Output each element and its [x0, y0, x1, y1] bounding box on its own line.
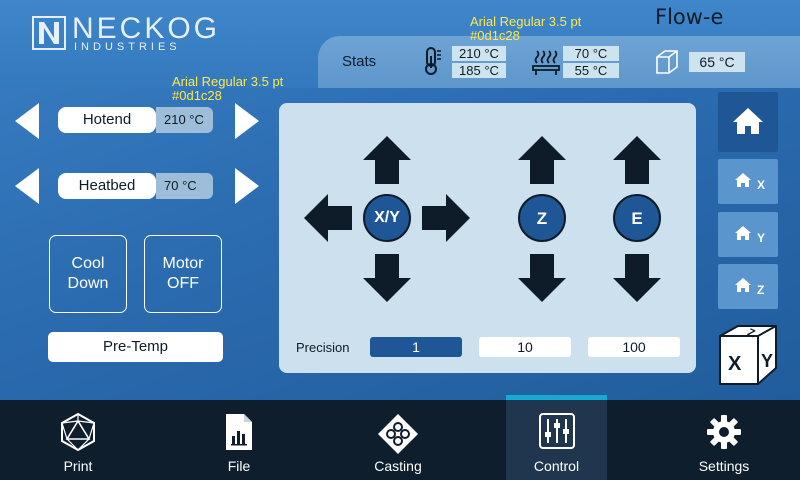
nav-casting[interactable]: Casting: [348, 400, 448, 480]
logo-subtitle: INDUSTRIES: [74, 41, 181, 53]
heatbed-label: Heatbed: [58, 173, 156, 199]
home-icon: [735, 226, 751, 240]
nav-settings[interactable]: Settings: [674, 400, 774, 480]
hotend-value: 210 °C: [156, 107, 213, 133]
nav-control[interactable]: Control: [506, 400, 607, 480]
hotend-decrease-button[interactable]: [14, 102, 40, 140]
heatbed-decrease-button[interactable]: [14, 167, 40, 205]
nav-active-indicator: [506, 395, 607, 400]
nav-file[interactable]: File: [189, 400, 289, 480]
heatbed-increase-button[interactable]: [234, 167, 260, 205]
cooldown-line1: Cool: [71, 255, 105, 272]
cooldown-line2: Down: [67, 275, 109, 292]
home-z-button[interactable]: Z: [718, 264, 778, 309]
annotation-top-line1: Arial Regular 3.5 pt: [470, 14, 582, 29]
bed-current-temp: 70 °C: [563, 46, 619, 61]
casting-icon: [378, 414, 418, 454]
motor-off-button[interactable]: Motor OFF: [144, 235, 222, 313]
pretemp-button[interactable]: Pre-Temp: [48, 332, 223, 362]
z-label: Z: [536, 209, 548, 228]
annotation-left-line2: #0d1c28: [172, 88, 222, 103]
cube-y-label: Y: [761, 351, 773, 371]
annotation-top: Arial Regular 3.5 pt #0d1c28: [470, 15, 581, 43]
home-icon: [733, 108, 763, 134]
hotend-label: Hotend: [58, 107, 156, 133]
annotation-left: Arial Regular 3.5 pt #0d1c28: [172, 75, 283, 103]
axis-cube-icon[interactable]: Z X Y: [714, 322, 782, 390]
motoroff-line1: Motor: [162, 255, 204, 272]
gear-icon: [707, 415, 741, 449]
nav-print-label: Print: [63, 458, 93, 474]
chamber-cube-icon: [656, 50, 678, 74]
bottom-nav: Print File Casting Control Settings: [0, 400, 800, 480]
precision-option-100[interactable]: 100: [588, 337, 680, 357]
stats-label: Stats: [342, 53, 377, 70]
motoroff-line2: OFF: [167, 275, 199, 292]
annotation-left-line1: Arial Regular 3.5 pt: [172, 74, 284, 89]
cube-x-label: X: [728, 353, 742, 375]
nav-control-label: Control: [533, 458, 580, 474]
annotation-top-line2: #0d1c28: [470, 28, 520, 43]
nav-print[interactable]: Print: [28, 400, 128, 480]
bed-target-temp: 55 °C: [563, 63, 619, 78]
brand-name: Flow-e: [655, 5, 724, 29]
nav-file-label: File: [227, 458, 251, 474]
precision-label: Precision: [296, 340, 350, 355]
home-y-button[interactable]: Y: [718, 212, 778, 257]
home-all-button[interactable]: [718, 92, 778, 152]
home-icon: [735, 278, 751, 292]
home-y-label: Y: [757, 231, 766, 245]
file-chart-icon: [226, 414, 252, 450]
neckog-logo-icon: [32, 16, 66, 50]
nav-settings-label: Settings: [698, 458, 750, 474]
hotend-target-temp: 185 °C: [452, 63, 506, 78]
xy-label: X/Y: [374, 209, 400, 226]
home-icon: [735, 173, 751, 187]
precision-option-10[interactable]: 10: [479, 337, 571, 357]
heatbed-value: 70 °C: [156, 173, 213, 199]
hotend-current-temp: 210 °C: [452, 46, 506, 61]
chamber-temp: 65 °C: [689, 52, 745, 72]
precision-option-1[interactable]: 1: [370, 337, 462, 357]
heatbed-icon: [532, 50, 560, 75]
cooldown-button[interactable]: Cool Down: [49, 235, 127, 313]
hotend-increase-button[interactable]: [234, 102, 260, 140]
d20-icon: [61, 412, 95, 452]
nav-casting-label: Casting: [374, 458, 422, 474]
thermometer-icon: [425, 47, 441, 75]
home-x-label: X: [757, 178, 766, 192]
home-x-button[interactable]: X: [718, 159, 778, 204]
e-label: E: [631, 209, 643, 228]
sliders-icon: [538, 413, 575, 449]
home-z-label: Z: [757, 283, 765, 297]
